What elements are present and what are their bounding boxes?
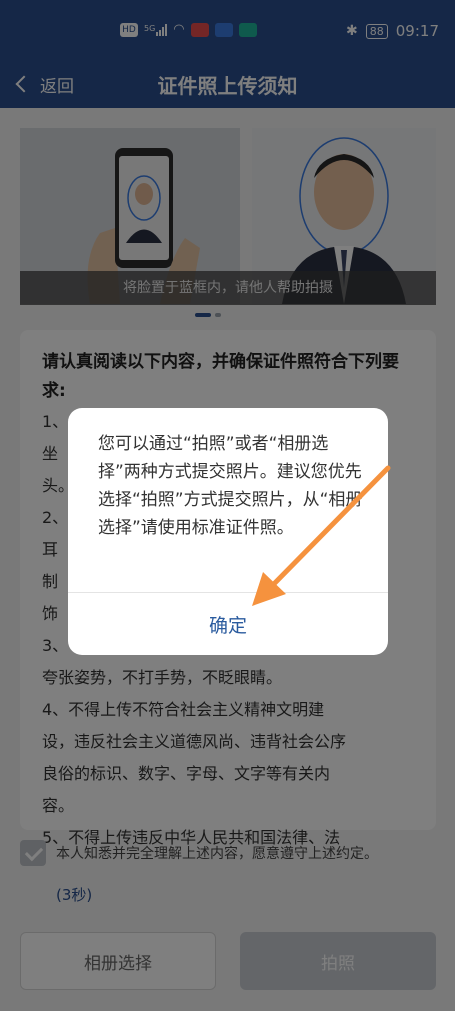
- info-dialog: 您可以通过“拍照”或者“相册选择”两种方式提交照片。建议您优先选择“拍照”方式提…: [68, 408, 388, 655]
- dialog-ok-button[interactable]: 确定: [68, 593, 388, 655]
- dialog-message: 您可以通过“拍照”或者“相册选择”两种方式提交照片。建议您优先选择“拍照”方式提…: [98, 434, 363, 538]
